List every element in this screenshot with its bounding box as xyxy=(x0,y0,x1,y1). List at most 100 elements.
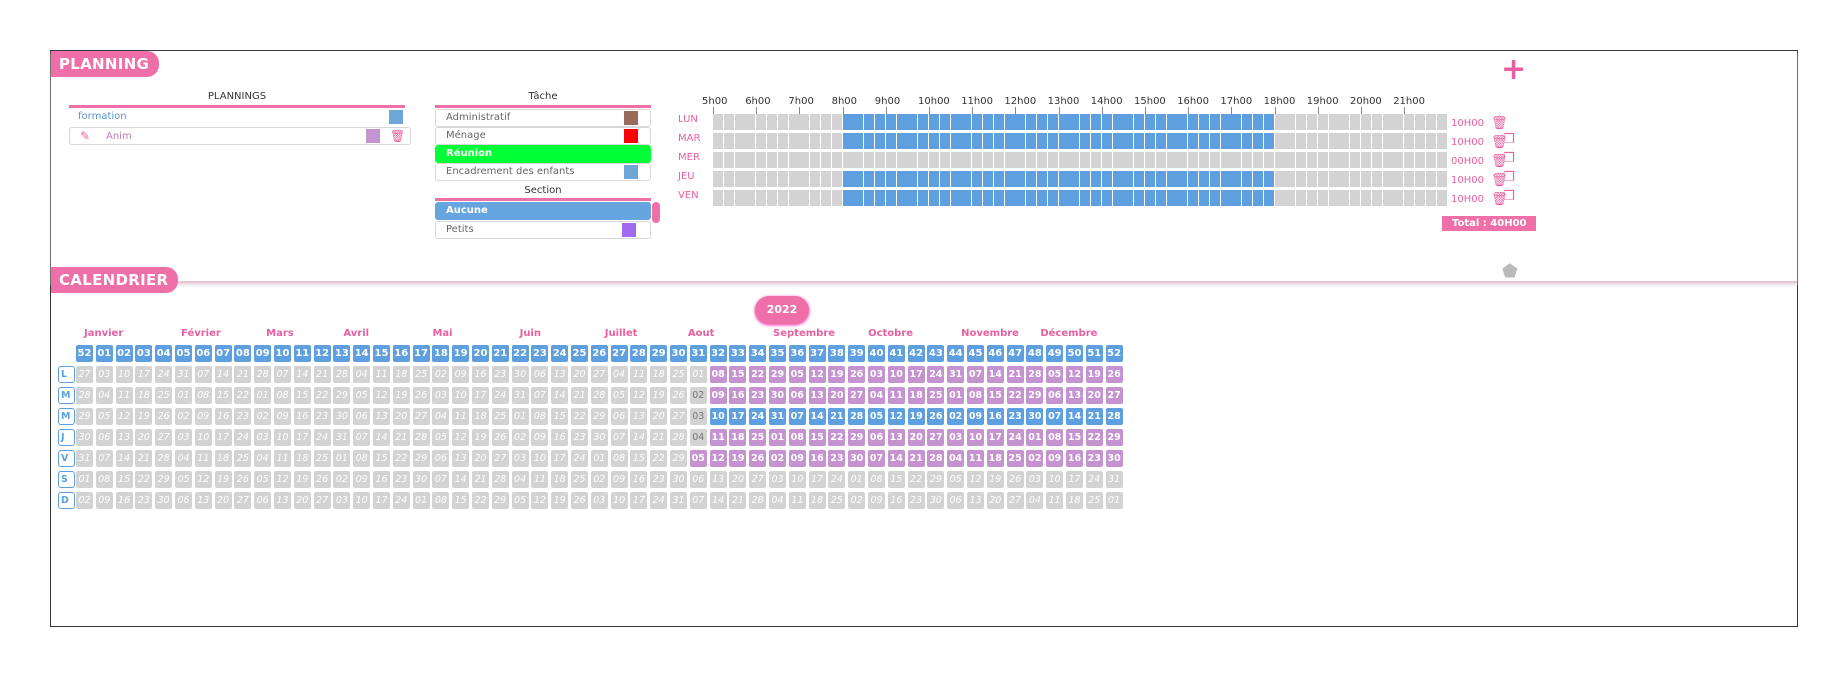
calendar-day[interactable]: 11 xyxy=(452,408,470,425)
calendar-day[interactable]: 01 xyxy=(254,387,272,404)
time-slot[interactable] xyxy=(929,133,939,149)
time-slot[interactable] xyxy=(1166,171,1177,187)
calendar-day[interactable]: 30 xyxy=(1026,408,1044,425)
calendar-day[interactable]: 02 xyxy=(432,366,450,383)
time-slot[interactable] xyxy=(1015,133,1026,149)
time-slot[interactable] xyxy=(1350,114,1361,130)
time-slot[interactable] xyxy=(810,133,821,149)
time-slot[interactable] xyxy=(1037,190,1047,206)
calendar-day[interactable]: 14 xyxy=(630,429,648,446)
calendar-day[interactable]: 22 xyxy=(749,366,767,383)
time-slot[interactable] xyxy=(767,133,777,149)
calendar-day[interactable]: 27 xyxy=(749,471,767,488)
time-slot[interactable] xyxy=(918,171,929,187)
time-slot[interactable] xyxy=(831,114,842,130)
calendar-day[interactable]: 20 xyxy=(828,387,846,404)
time-slot[interactable] xyxy=(821,152,831,168)
time-slot[interactable] xyxy=(1155,114,1166,130)
calendar-day[interactable]: 27 xyxy=(234,492,252,509)
time-slot[interactable] xyxy=(907,190,918,206)
calendar-day[interactable]: 29 xyxy=(76,408,93,425)
calendar-day[interactable]: 28 xyxy=(1105,408,1123,425)
time-slot[interactable] xyxy=(853,152,864,168)
time-slot[interactable] xyxy=(1307,114,1317,130)
calendar-day[interactable]: 19 xyxy=(828,366,846,383)
calendar-day[interactable]: 17 xyxy=(729,408,747,425)
calendar-day[interactable]: 25 xyxy=(155,387,173,404)
calendar-day[interactable]: 15 xyxy=(986,387,1004,404)
calendar-day[interactable]: 07 xyxy=(353,429,371,446)
time-slot[interactable] xyxy=(1177,133,1188,149)
time-slot[interactable] xyxy=(1415,171,1425,187)
time-slot[interactable] xyxy=(1080,114,1091,130)
time-slot[interactable] xyxy=(1361,190,1371,206)
time-slot[interactable] xyxy=(1123,190,1134,206)
calendar-day[interactable]: 25 xyxy=(234,450,252,467)
calendar-day[interactable]: 31 xyxy=(670,492,687,509)
calendar-day[interactable]: 26 xyxy=(491,429,509,446)
calendar-day[interactable]: 30 xyxy=(76,429,93,446)
time-slot[interactable] xyxy=(983,171,993,187)
calendar-day[interactable]: 22 xyxy=(234,387,252,404)
time-slot[interactable] xyxy=(1166,152,1177,168)
planning-color-swatch[interactable] xyxy=(389,110,403,124)
calendar-day[interactable]: 27 xyxy=(155,429,173,446)
calendar-day[interactable]: 19 xyxy=(1085,366,1103,383)
calendar-day[interactable]: 28 xyxy=(1026,366,1044,383)
time-slot[interactable] xyxy=(1317,190,1328,206)
calendar-day[interactable]: 10 xyxy=(610,492,628,509)
time-slot[interactable] xyxy=(1242,171,1253,187)
time-slot[interactable] xyxy=(896,190,907,206)
calendar-day[interactable]: 16 xyxy=(214,408,232,425)
calendar-day[interactable]: 16 xyxy=(630,471,648,488)
calendar-day[interactable]: 18 xyxy=(392,366,410,383)
time-slot[interactable] xyxy=(1371,171,1382,187)
week-number[interactable]: 07 xyxy=(214,345,232,362)
time-slot[interactable] xyxy=(1436,190,1447,206)
calendar-day[interactable]: 06 xyxy=(1046,387,1064,404)
calendar-day[interactable]: 05 xyxy=(432,429,450,446)
calendar-day[interactable]: 31 xyxy=(511,387,529,404)
time-slot[interactable] xyxy=(734,114,745,130)
calendar-day[interactable]: 08 xyxy=(1046,429,1064,446)
calendar-day[interactable]: 12 xyxy=(1066,366,1083,383)
calendar-day[interactable]: 20 xyxy=(907,429,925,446)
week-number[interactable]: 12 xyxy=(313,345,331,362)
time-slot[interactable] xyxy=(831,152,842,168)
time-slot[interactable] xyxy=(1253,190,1263,206)
calendar-day[interactable]: 09 xyxy=(709,387,727,404)
calendar-day[interactable]: 01 xyxy=(511,408,529,425)
calendar-day[interactable]: 13 xyxy=(452,450,470,467)
calendar-day[interactable]: 22 xyxy=(828,429,846,446)
time-slot[interactable] xyxy=(1134,152,1145,168)
calendar-day[interactable]: 23 xyxy=(313,408,331,425)
time-slot[interactable] xyxy=(864,171,875,187)
calendar-day[interactable]: 16 xyxy=(1066,450,1083,467)
planning-item-anim[interactable]: ✎ Anim 🗑 xyxy=(69,127,411,145)
calendar-day[interactable]: 12 xyxy=(531,492,549,509)
time-slot[interactable] xyxy=(1296,114,1307,130)
calendar-day[interactable]: 31 xyxy=(76,450,93,467)
time-slot[interactable] xyxy=(1382,133,1393,149)
calendar-day[interactable]: 15 xyxy=(808,429,826,446)
add-icon[interactable]: + xyxy=(1501,55,1526,85)
time-slot[interactable] xyxy=(777,133,788,149)
time-slot[interactable] xyxy=(1231,133,1242,149)
time-slot[interactable] xyxy=(745,171,756,187)
time-slot[interactable] xyxy=(1004,190,1015,206)
calendar-day[interactable]: 30 xyxy=(927,492,945,509)
calendar-day[interactable]: 31 xyxy=(769,408,786,425)
time-slot[interactable] xyxy=(1112,190,1123,206)
calendar-day[interactable]: 11 xyxy=(887,387,905,404)
calendar-day[interactable]: 25 xyxy=(927,387,945,404)
time-slot[interactable] xyxy=(777,114,788,130)
calendar-day[interactable]: 21 xyxy=(828,408,846,425)
calendar-day[interactable]: 24 xyxy=(491,387,509,404)
week-number[interactable]: 21 xyxy=(491,345,509,362)
time-slot[interactable] xyxy=(1317,171,1328,187)
time-slot[interactable] xyxy=(907,114,918,130)
calendar-day[interactable]: 08 xyxy=(274,387,291,404)
time-slot[interactable] xyxy=(939,114,950,130)
time-slot[interactable] xyxy=(842,114,853,130)
week-number[interactable]: 24 xyxy=(551,345,569,362)
